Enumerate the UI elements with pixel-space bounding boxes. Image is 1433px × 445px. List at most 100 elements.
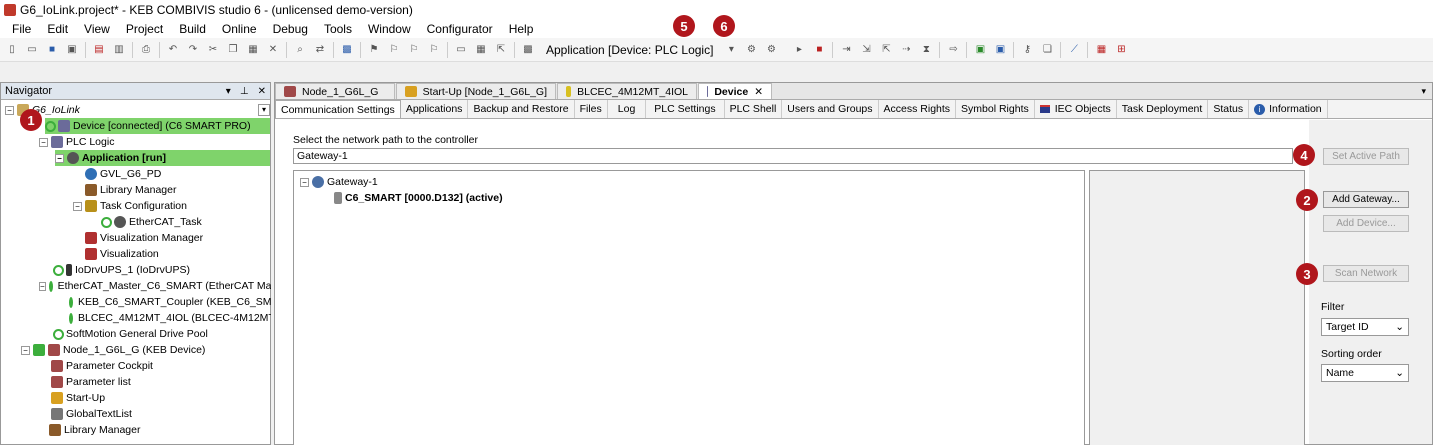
device-config-icon[interactable]: ▣ <box>992 42 1008 58</box>
menu-window[interactable]: Window <box>360 22 419 36</box>
save-all-icon[interactable]: ▣ <box>64 42 80 58</box>
tree-item-ethercat-master[interactable]: − EtherCAT_Master_C6_SMART (EtherCAT Mas… <box>39 278 271 294</box>
tab-plc-shell[interactable]: PLC Shell <box>725 100 783 118</box>
step-out-icon[interactable]: ⇱ <box>878 42 894 58</box>
tree-node-device[interactable]: C6_SMART [0000.D132] (active) <box>334 190 503 206</box>
collapse-icon[interactable]: − <box>5 105 14 115</box>
menu-help[interactable]: Help <box>501 22 542 36</box>
tree-node-gateway[interactable]: − Gateway-1 <box>300 174 378 190</box>
tree-item-application[interactable]: − Application [run] <box>55 150 270 166</box>
tab-task-deployment[interactable]: Task Deployment <box>1117 100 1209 118</box>
close-icon[interactable]: ✕ <box>754 86 763 98</box>
export-icon[interactable]: ⇱ <box>493 42 509 58</box>
tree-item-globaltextlist[interactable]: GlobalTextList <box>51 406 132 422</box>
save-icon[interactable]: ■ <box>44 42 60 58</box>
tabs-dropdown-icon[interactable]: ▾ <box>1421 86 1426 97</box>
tree-item-gvl[interactable]: GVL_G6_PD <box>85 166 161 182</box>
tree-item-library-manager[interactable]: Library Manager <box>85 182 176 198</box>
chevron-down-icon[interactable]: ▾ <box>723 42 739 58</box>
tab-files[interactable]: Files <box>575 100 608 118</box>
tree-scroll-down-icon[interactable]: ▾ <box>258 104 270 116</box>
network-path-field[interactable]: Gateway-1 <box>293 148 1293 164</box>
run-to-cursor-icon[interactable]: ⇢ <box>898 42 914 58</box>
tree-item-start-up[interactable]: Start-Up <box>51 390 105 406</box>
bus-config-icon[interactable]: ▦ <box>1093 42 1109 58</box>
tab-users-groups[interactable]: Users and Groups <box>782 100 879 118</box>
key-icon[interactable]: ⚷ <box>1019 42 1035 58</box>
menu-tools[interactable]: Tools <box>316 22 360 36</box>
bookmark-icon[interactable]: ⚑ <box>366 42 382 58</box>
collapse-icon[interactable]: − <box>39 137 48 147</box>
tree-item-ethercat-task[interactable]: EtherCAT_Task <box>101 214 202 230</box>
menu-debug[interactable]: Debug <box>265 22 316 36</box>
tree-item-softmotion[interactable]: SoftMotion General Drive Pool <box>53 326 208 342</box>
collapse-icon[interactable]: − <box>39 281 46 291</box>
open-icon[interactable]: ▭ <box>24 42 40 58</box>
doc-tab-node[interactable]: Node_1_G6L_G <box>275 83 395 99</box>
stop-icon[interactable]: ■ <box>811 42 827 58</box>
tab-backup-restore[interactable]: Backup and Restore <box>468 100 575 118</box>
next-statement-icon[interactable]: ⇨ <box>945 42 961 58</box>
menu-build[interactable]: Build <box>171 22 214 36</box>
tree-root[interactable]: − G6_IoLink ▾ <box>5 102 270 118</box>
archive-icon[interactable]: ▤ <box>91 42 107 58</box>
tree-item-iodrvups[interactable]: IoDrvUPS_1 (IoDrvUPS) <box>53 262 190 278</box>
bookmark-clear-icon[interactable]: ⚐ <box>426 42 442 58</box>
add-device-button[interactable]: Add Device... <box>1323 215 1409 232</box>
collapse-icon[interactable]: − <box>55 153 64 163</box>
collapse-icon[interactable]: − <box>73 201 82 211</box>
copy-icon[interactable]: ❐ <box>225 42 241 58</box>
add-gateway-button[interactable]: Add Gateway... <box>1323 191 1409 208</box>
tree-item-device[interactable]: Device [connected] (C6 SMART PRO) <box>45 118 270 134</box>
tab-symbol-rights[interactable]: Symbol Rights <box>956 100 1035 118</box>
tab-applications[interactable]: Applications <box>401 100 469 118</box>
print-icon[interactable]: ⎙ <box>138 42 154 58</box>
grid-icon[interactable]: ▩ <box>520 42 536 58</box>
window-icon[interactable]: ▭ <box>453 42 469 58</box>
bookmark-prev-icon[interactable]: ⚐ <box>406 42 422 58</box>
logout-icon[interactable]: ⚙ <box>763 42 779 58</box>
step-over-icon[interactable]: ⇥ <box>838 42 854 58</box>
paste-icon[interactable]: ▦ <box>245 42 261 58</box>
tree-item-library-manager-2[interactable]: Library Manager <box>49 422 140 438</box>
network-icon[interactable]: ⊞ <box>1113 42 1129 58</box>
delete-icon[interactable]: ✕ <box>265 42 281 58</box>
cut-icon[interactable]: ✂ <box>205 42 221 58</box>
menu-configurator[interactable]: Configurator <box>419 22 501 36</box>
tab-plc-settings[interactable]: PLC Settings <box>646 100 725 118</box>
doc-tab-startup[interactable]: Start-Up [Node_1_G6L_G] <box>396 83 556 99</box>
menu-file[interactable]: File <box>4 22 39 36</box>
find-icon[interactable]: ⌕ <box>292 42 308 58</box>
tab-information[interactable]: i Information <box>1249 100 1328 118</box>
copy-pages-icon[interactable]: ❏ <box>1039 42 1055 58</box>
tab-access-rights[interactable]: Access Rights <box>879 100 957 118</box>
dropdown-arrow-icon[interactable]: ▾ <box>226 86 231 97</box>
bookmark-next-icon[interactable]: ⚐ <box>386 42 402 58</box>
redo-icon[interactable]: ↷ <box>185 42 201 58</box>
close-icon[interactable]: ✕ <box>258 86 266 97</box>
trace-icon[interactable]: ⟋ <box>1066 42 1082 58</box>
tree-item-blcec[interactable]: BLCEC_4M12MT_4IOL (BLCEC-4M12MT-4IC <box>69 310 271 326</box>
menu-online[interactable]: Online <box>214 22 265 36</box>
tree-item-parameter-list[interactable]: Parameter list <box>51 374 131 390</box>
collapse-icon[interactable]: − <box>300 177 309 187</box>
scan-network-button[interactable]: Scan Network <box>1323 265 1409 282</box>
breakpoint-icon[interactable]: ⧗ <box>918 42 934 58</box>
collapse-icon[interactable]: − <box>21 345 30 355</box>
tab-communication-settings[interactable]: Communication Settings <box>275 100 401 118</box>
set-active-path-button[interactable]: Set Active Path <box>1323 148 1409 165</box>
login-icon[interactable]: ⚙ <box>743 42 759 58</box>
tree-item-task-configuration[interactable]: − Task Configuration <box>73 198 187 214</box>
sorting-order-select[interactable]: Name ⌄ <box>1321 364 1409 382</box>
tree-item-coupler[interactable]: KEB_C6_SMART_Coupler (KEB_C6_SMART <box>69 294 271 310</box>
replace-icon[interactable]: ⇄ <box>312 42 328 58</box>
tree-item-visualization[interactable]: Visualization <box>85 246 159 262</box>
tab-iec-objects[interactable]: IEC Objects <box>1035 100 1117 118</box>
tree-item-parameter-cockpit[interactable]: Parameter Cockpit <box>51 358 153 374</box>
start-icon[interactable]: ▸ <box>791 42 807 58</box>
select-all-icon[interactable]: ▩ <box>339 42 355 58</box>
step-into-icon[interactable]: ⇲ <box>858 42 874 58</box>
tab-log[interactable]: Log <box>608 100 647 118</box>
build-icon[interactable]: ▦ <box>473 42 489 58</box>
tab-status[interactable]: Status <box>1208 100 1250 118</box>
